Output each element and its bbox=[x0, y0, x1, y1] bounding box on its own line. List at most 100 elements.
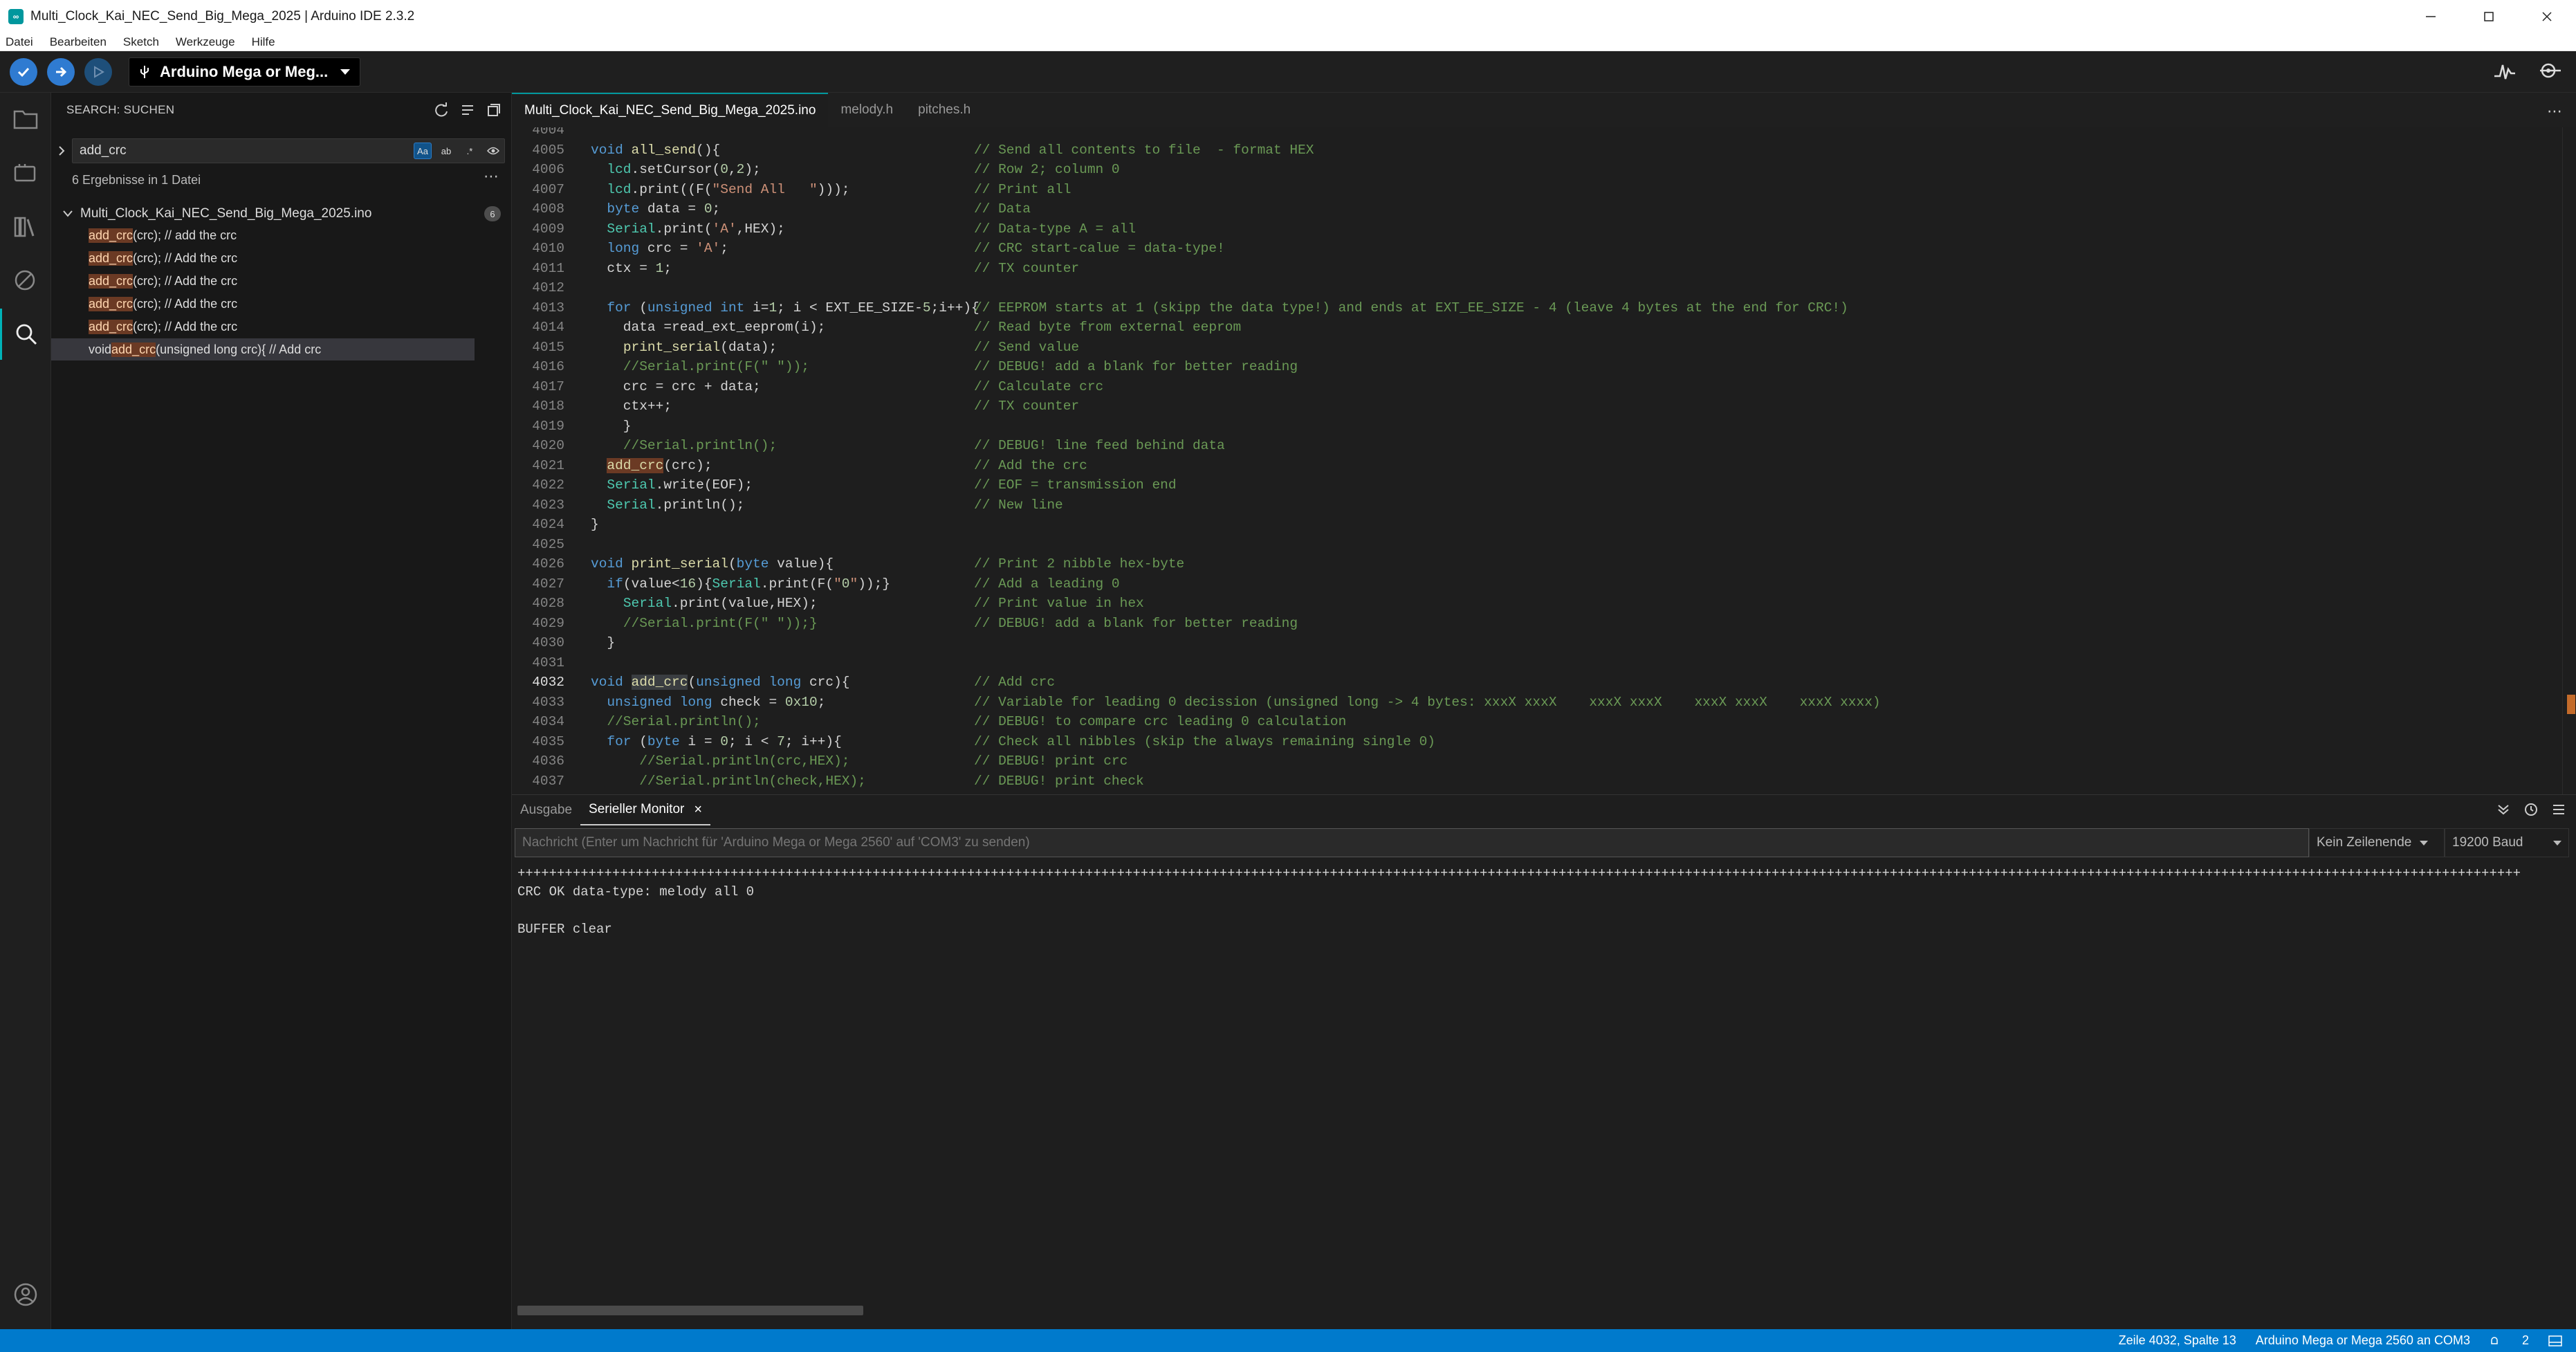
close-icon[interactable]: × bbox=[694, 802, 702, 818]
code-line[interactable]: 4023 Serial.println(); // New line bbox=[512, 495, 2576, 515]
search-view-button[interactable] bbox=[0, 309, 51, 360]
upload-button[interactable] bbox=[47, 57, 75, 86]
serial-message-input[interactable] bbox=[515, 828, 2309, 857]
code-line[interactable]: 4026 void print_serial(byte value){// Pri… bbox=[512, 554, 2576, 574]
whole-word-toggle[interactable]: ab bbox=[437, 143, 455, 159]
refresh-icon[interactable] bbox=[434, 102, 449, 118]
code-line[interactable]: 4034 //Serial.println(); // DEBUG! to com… bbox=[512, 712, 2576, 732]
code-line[interactable]: 4028 Serial.print(value,HEX); // Print va… bbox=[512, 594, 2576, 614]
code-line[interactable]: 4017 crc = crc + data; // Calculate crc bbox=[512, 377, 2576, 397]
menu-bearbeiten[interactable]: Bearbeiten bbox=[50, 35, 107, 49]
toggle-panel-button[interactable] bbox=[2548, 1333, 2562, 1348]
result-file-group[interactable]: Multi_Clock_Kai_NEC_Send_Big_Mega_2025.i… bbox=[51, 203, 512, 224]
menu-werkzeuge[interactable]: Werkzeuge bbox=[176, 35, 235, 49]
regex-toggle[interactable]: .* bbox=[461, 143, 479, 159]
explorer-button[interactable] bbox=[0, 93, 51, 144]
tab-serial-monitor[interactable]: Serieller Monitor × bbox=[580, 795, 711, 825]
clear-results-icon[interactable] bbox=[460, 102, 475, 118]
code-line[interactable]: 4032 void add_crc(unsigned long crc){// A… bbox=[512, 673, 2576, 693]
chevron-right-icon[interactable] bbox=[57, 145, 66, 156]
baud-rate-select[interactable]: 19200 Baud bbox=[2445, 828, 2569, 857]
boards-manager-button[interactable] bbox=[0, 147, 51, 198]
code-editor[interactable]: 4004 4005 void all_send(){// Send all cont… bbox=[512, 127, 2576, 794]
code-line[interactable]: 4007 lcd.print((F("Send All "))); // Prin… bbox=[512, 180, 2576, 200]
search-result-item[interactable]: add_crc (crc); // Add the crc bbox=[51, 270, 475, 292]
code-line[interactable]: 4013 for (unsigned int i=1; i < EXT_EE_S… bbox=[512, 298, 2576, 318]
editor-scrollbar[interactable] bbox=[2562, 127, 2576, 794]
code-line[interactable]: 4006 lcd.setCursor(0,2); // Row 2; column… bbox=[512, 160, 2576, 180]
search-result-item[interactable]: add_crc (crc); // Add the crc bbox=[51, 247, 475, 269]
search-result-item[interactable]: void add_crc (unsigned long crc){ // Add … bbox=[51, 338, 475, 360]
code-text: unsigned long check = 0x10; bbox=[607, 694, 826, 710]
search-result-item[interactable]: add_crc (crc); // Add the crc bbox=[51, 293, 475, 315]
code-line[interactable]: 4009 Serial.print('A',HEX); // Data-type … bbox=[512, 219, 2576, 239]
code-line[interactable]: 4011 ctx = 1; // TX counter bbox=[512, 259, 2576, 279]
serial-monitor-button[interactable] bbox=[2537, 58, 2562, 86]
cursor-position[interactable]: Zeile 4032, Spalte 13 bbox=[2119, 1333, 2236, 1348]
clear-output-icon[interactable] bbox=[2551, 802, 2566, 817]
code-line[interactable]: 4027 if(value<16){Serial.print(F("0"));}… bbox=[512, 574, 2576, 594]
code-line[interactable]: 4012 bbox=[512, 278, 2576, 298]
serial-plotter-button[interactable] bbox=[2493, 58, 2517, 86]
code-comment: // Add crc bbox=[974, 675, 1056, 690]
search-result-item[interactable]: add_crc (crc); // Add the crc bbox=[51, 316, 475, 338]
line-ending-select[interactable]: Kein Zeilenende bbox=[2309, 828, 2445, 857]
line-number: 4035 bbox=[532, 733, 564, 749]
chevron-down-icon bbox=[2420, 840, 2429, 846]
menu-datei[interactable]: Datei bbox=[6, 35, 33, 49]
board-port-status[interactable]: Arduino Mega or Mega 2560 an COM3 bbox=[2256, 1333, 2470, 1348]
toggle-autoscroll-icon[interactable] bbox=[2496, 802, 2511, 817]
match-case-toggle[interactable]: Aa bbox=[414, 143, 432, 159]
code-line[interactable]: 4037 //Serial.println(check,HEX); // DEBU… bbox=[512, 771, 2576, 792]
code-text: lcd.print((F("Send All "))); bbox=[607, 181, 850, 197]
code-line[interactable]: 4035 for (byte i = 0; i < 7; i++){// Che… bbox=[512, 732, 2576, 752]
code-line[interactable]: 4033 unsigned long check = 0x10; // Varia… bbox=[512, 693, 2576, 713]
code-line[interactable]: 4029 //Serial.print(F(" "));} // DEBUG! a… bbox=[512, 614, 2576, 634]
account-button[interactable] bbox=[0, 1269, 51, 1320]
preserve-visibility-toggle[interactable] bbox=[484, 143, 502, 159]
code-line[interactable]: 4020 //Serial.println(); // DEBUG! line f… bbox=[512, 436, 2576, 456]
code-text: //Serial.println(); bbox=[623, 438, 778, 453]
more-actions-icon[interactable]: ⋯ bbox=[2547, 102, 2562, 120]
maximize-button[interactable] bbox=[2460, 0, 2518, 33]
timestamp-icon[interactable] bbox=[2523, 802, 2539, 817]
search-result-item[interactable]: add_crc (crc); // add the crc bbox=[51, 224, 475, 246]
tab-melody-h[interactable]: melody.h bbox=[828, 93, 905, 127]
horizontal-scrollbar[interactable] bbox=[517, 1306, 863, 1315]
collapse-all-icon[interactable] bbox=[486, 102, 502, 118]
code-line[interactable]: 4031 bbox=[512, 653, 2576, 673]
close-button[interactable] bbox=[2518, 0, 2576, 33]
board-selector[interactable]: Arduino Mega or Meg... bbox=[129, 57, 361, 86]
code-comment: // DEBUG! print crc bbox=[974, 753, 1128, 769]
code-line[interactable]: 4019 } bbox=[512, 417, 2576, 437]
code-line[interactable]: 4016 //Serial.print(F(" ")); // DEBUG! ad… bbox=[512, 357, 2576, 377]
tab-pitches-h[interactable]: pitches.h bbox=[905, 93, 983, 127]
minimize-button[interactable] bbox=[2402, 0, 2460, 33]
code-line[interactable]: 4014 data =read_ext_eeprom(i); // Read by… bbox=[512, 318, 2576, 338]
tab-output[interactable]: Ausgabe bbox=[512, 795, 580, 825]
menu-hilfe[interactable]: Hilfe bbox=[252, 35, 275, 49]
debug-view-button[interactable] bbox=[0, 255, 51, 306]
line-number: 4024 bbox=[532, 517, 564, 532]
code-line[interactable]: 4022 Serial.write(EOF); // EOF = transmis… bbox=[512, 475, 2576, 495]
code-line[interactable]: 4025 bbox=[512, 535, 2576, 555]
code-line[interactable]: 4021 add_crc(crc); // Add the crc bbox=[512, 456, 2576, 476]
code-line[interactable]: 4030 } bbox=[512, 633, 2576, 653]
line-number: 4013 bbox=[532, 300, 564, 316]
notifications-indicator[interactable]: 2 bbox=[2490, 1333, 2529, 1348]
result-rest: (crc); // add the crc bbox=[133, 228, 237, 242]
tab-main-ino[interactable]: Multi_Clock_Kai_NEC_Send_Big_Mega_2025.i… bbox=[512, 93, 829, 127]
code-line[interactable]: 4024} bbox=[512, 515, 2576, 535]
code-line[interactable]: 4008 byte data = 0; // Data bbox=[512, 199, 2576, 219]
code-line[interactable]: 4010 long crc = 'A'; // CRC start-calue =… bbox=[512, 239, 2576, 259]
code-line[interactable]: 4005 void all_send(){// Send all contents… bbox=[512, 140, 2576, 161]
code-line[interactable]: 4018 ctx++; // TX counter bbox=[512, 396, 2576, 417]
code-line[interactable]: 4036 //Serial.println(crc,HEX); // DEBUG!… bbox=[512, 751, 2576, 771]
menu-sketch[interactable]: Sketch bbox=[123, 35, 159, 49]
verify-button[interactable] bbox=[10, 57, 37, 86]
code-line[interactable]: 4004 bbox=[512, 127, 2576, 140]
code-line[interactable]: 4015 print_serial(data); // Send value bbox=[512, 338, 2576, 358]
library-manager-button[interactable] bbox=[0, 201, 51, 252]
debug-button[interactable] bbox=[84, 57, 112, 86]
more-options-icon[interactable]: ⋯ bbox=[484, 167, 499, 185]
